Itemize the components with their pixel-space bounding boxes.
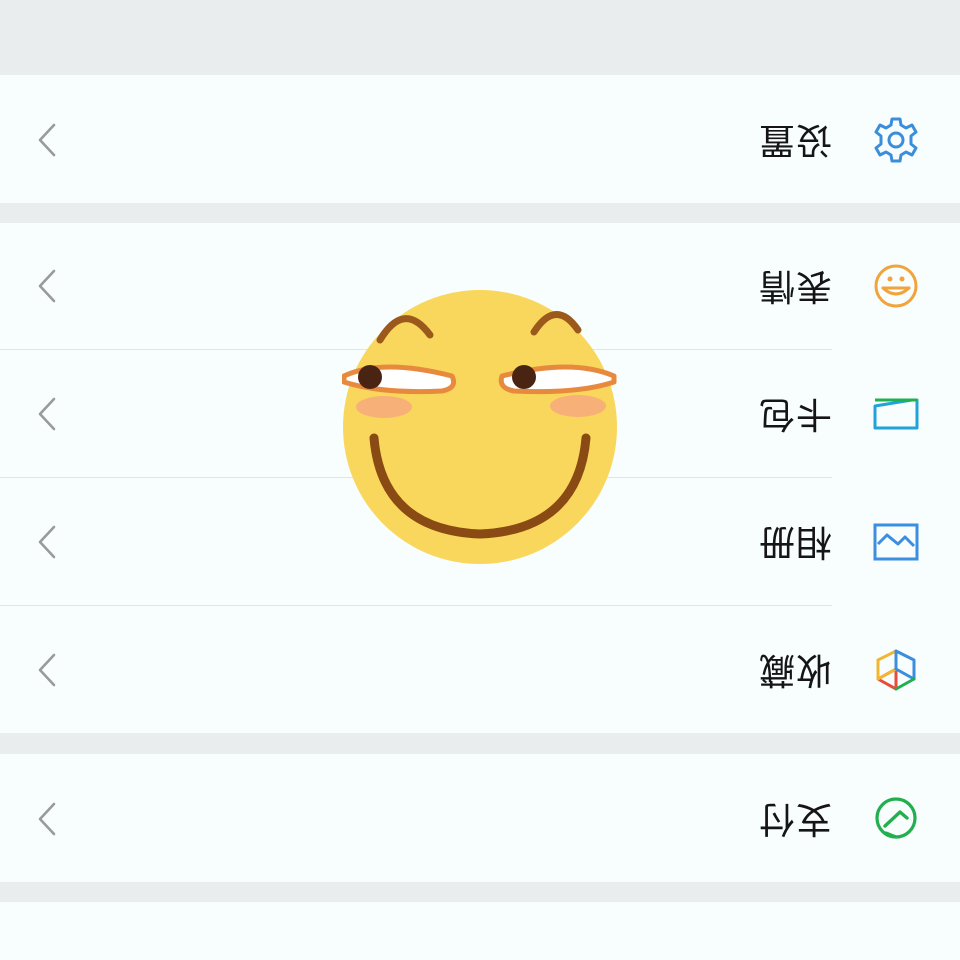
menu-label-album: 相册 — [757, 521, 832, 562]
smirking-emoji-sticker — [342, 290, 617, 564]
menu-label-favorites: 收藏 — [757, 649, 832, 690]
menu-item-settings[interactable]: 设置 — [0, 76, 960, 203]
settings-group: 设置 — [0, 75, 960, 203]
top-bar-area — [0, 902, 960, 960]
menu-label-wallet: 卡包 — [757, 393, 832, 434]
menu-item-favorites[interactable]: 收藏 — [0, 606, 960, 733]
chevron-right-icon — [38, 123, 56, 157]
chevron-right-icon — [38, 525, 56, 559]
menu-label-settings: 设置 — [757, 119, 832, 160]
chevron-right-icon — [38, 653, 56, 687]
emoji-icon — [874, 264, 918, 308]
menu-label-pay: 支付 — [757, 798, 832, 839]
pay-group: 支付 — [0, 754, 960, 882]
favorites-cube-icon — [876, 649, 916, 691]
menu-label-stickers: 表情 — [757, 265, 832, 306]
chevron-right-icon — [38, 397, 56, 431]
gear-icon — [874, 117, 918, 163]
menu-item-pay[interactable]: 支付 — [0, 755, 960, 882]
chevron-right-icon — [38, 802, 56, 836]
divider — [0, 605, 832, 606]
album-icon — [873, 523, 919, 561]
card-wallet-icon — [873, 398, 919, 430]
pay-icon — [875, 797, 917, 839]
chevron-right-icon — [38, 269, 56, 303]
